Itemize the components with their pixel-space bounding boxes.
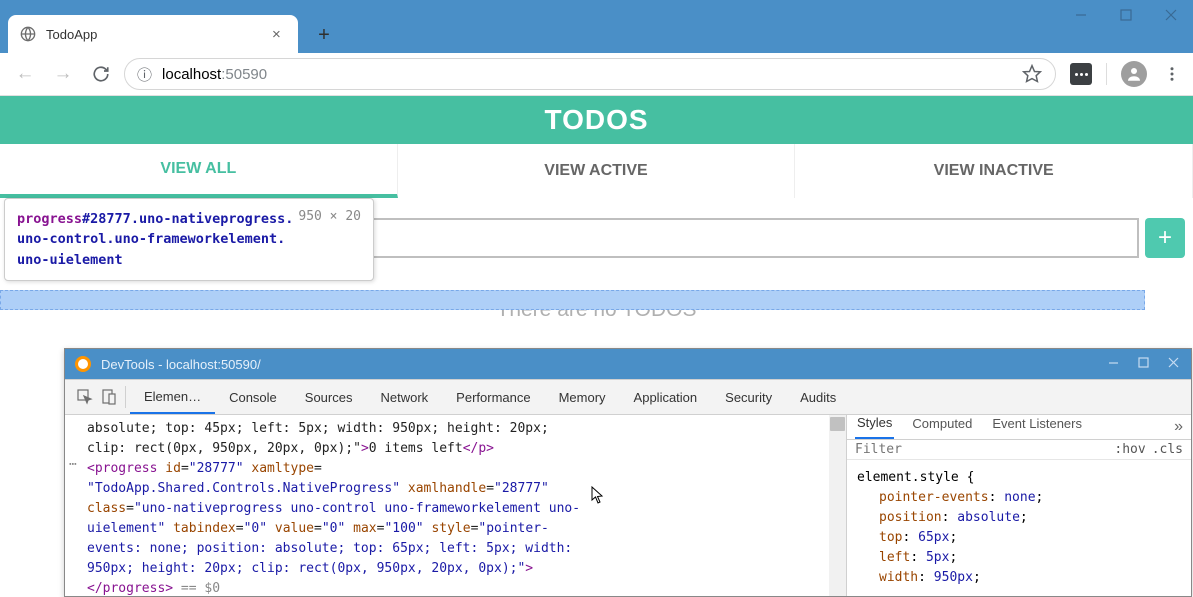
elements-scrollbar[interactable] [829, 415, 846, 596]
profile-button[interactable] [1121, 61, 1147, 87]
devtools-minimize[interactable] [1099, 351, 1127, 373]
star-icon[interactable] [1021, 63, 1043, 85]
styles-tab-listeners[interactable]: Event Listeners [990, 416, 1084, 438]
hov-toggle[interactable]: :hov [1114, 442, 1145, 457]
tooltip-dimensions: 950 × 20 [298, 209, 361, 224]
menu-button[interactable] [1161, 63, 1183, 85]
devtools-tab-elements[interactable]: Elemen… [130, 380, 215, 414]
devtools-tab-audits[interactable]: Audits [786, 380, 850, 414]
style-rules[interactable]: element.style { pointer-events: none; po… [847, 460, 1191, 596]
cls-toggle[interactable]: .cls [1152, 442, 1183, 457]
inspect-tooltip: 950 × 20 progress#28777.uno-nativeprogre… [4, 198, 374, 281]
window-close-button[interactable] [1148, 0, 1193, 30]
forward-button[interactable]: → [48, 59, 78, 89]
globe-icon [20, 26, 36, 42]
devtools-tab-network[interactable]: Network [366, 380, 442, 414]
devtools-icon [75, 356, 91, 372]
inspected-element-highlight [0, 290, 1145, 310]
elements-panel[interactable]: ⋯ absolute; top: 45px; left: 5px; width:… [65, 415, 846, 596]
device-toggle-icon[interactable] [97, 380, 121, 414]
filter-tabs: VIEW ALL VIEW ACTIVE VIEW INACTIVE [0, 144, 1193, 198]
tab-title: TodoApp [46, 27, 262, 42]
styles-filter-input[interactable] [855, 442, 1108, 457]
add-todo-button[interactable]: + [1145, 218, 1185, 258]
styles-panel: Styles Computed Event Listeners » :hov .… [846, 415, 1191, 596]
styles-tab-styles[interactable]: Styles [855, 415, 894, 439]
devtools-titlebar[interactable]: DevTools - localhost:50590/ [65, 349, 1191, 379]
site-info-icon[interactable]: ⓘ [137, 64, 152, 85]
tab-view-all[interactable]: VIEW ALL [0, 144, 398, 198]
styles-tabs-more-icon[interactable]: » [1174, 418, 1183, 436]
inspect-tool-icon[interactable] [73, 380, 97, 414]
devtools-maximize[interactable] [1129, 351, 1157, 373]
browser-tab[interactable]: TodoApp × [8, 15, 298, 53]
styles-tab-computed[interactable]: Computed [910, 416, 974, 438]
extension-icon[interactable] [1070, 63, 1092, 85]
address-bar[interactable]: ⓘ localhost:50590 [124, 58, 1056, 90]
tab-view-inactive[interactable]: VIEW INACTIVE [795, 144, 1193, 198]
dom-tree[interactable]: absolute; top: 45px; left: 5px; width: 9… [65, 415, 829, 596]
app-title: TODOS [0, 96, 1193, 144]
devtools-tab-memory[interactable]: Memory [545, 380, 620, 414]
url-text: localhost:50590 [162, 66, 267, 83]
devtools-tab-sources[interactable]: Sources [291, 380, 367, 414]
maximize-button[interactable] [1103, 0, 1148, 30]
devtools-title-text: DevTools - localhost:50590/ [101, 357, 261, 372]
devtools-close[interactable] [1159, 351, 1187, 373]
new-tab-button[interactable]: + [310, 21, 338, 49]
close-icon[interactable]: × [272, 26, 286, 43]
devtools-window: DevTools - localhost:50590/ Elemen… Cons… [64, 348, 1192, 597]
browser-tab-strip: TodoApp × + [0, 0, 1193, 53]
address-bar-row: ← → ⓘ localhost:50590 [0, 53, 1193, 96]
window-controls [1058, 0, 1193, 30]
tab-view-active[interactable]: VIEW ACTIVE [398, 144, 796, 198]
minimize-button[interactable] [1058, 0, 1103, 30]
devtools-tab-application[interactable]: Application [620, 380, 712, 414]
reload-button[interactable] [86, 59, 116, 89]
separator [1106, 63, 1107, 85]
devtools-tab-performance[interactable]: Performance [442, 380, 544, 414]
devtools-tabs: Elemen… Console Sources Network Performa… [65, 379, 1191, 415]
back-button[interactable]: ← [10, 59, 40, 89]
devtools-tab-security[interactable]: Security [711, 380, 786, 414]
devtools-tab-console[interactable]: Console [215, 380, 291, 414]
